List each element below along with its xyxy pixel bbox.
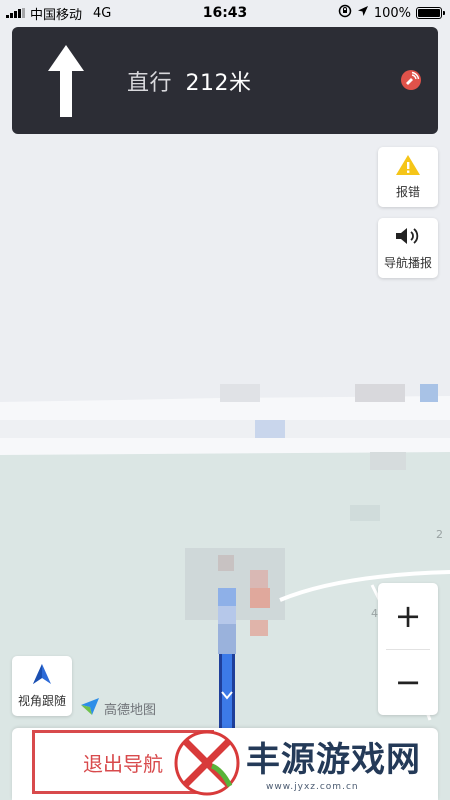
watermark-text: 丰源游戏网 [246, 740, 421, 780]
compass-arrow-icon [31, 663, 53, 688]
signal-icon [6, 8, 25, 18]
brand-logo: 高德地图 [80, 696, 156, 720]
status-left: 中国移动 4G [6, 4, 111, 23]
follow-view-label: 视角跟随 [17, 694, 66, 708]
battery-icon [416, 7, 445, 19]
report-error-button[interactable]: 报错 [378, 147, 438, 207]
zoom-divider [386, 649, 430, 650]
svg-text:2: 2 [436, 528, 443, 541]
warning-icon [395, 154, 421, 179]
arrow-up-icon [46, 45, 86, 121]
rotation-lock-icon [338, 4, 352, 22]
battery-label: 100% [373, 5, 411, 21]
watermark: 丰源游戏网 www.jyxz.com.cn [174, 726, 450, 800]
status-right: 100% [338, 4, 445, 22]
watermark-logo-icon [174, 730, 240, 796]
instruction-distance: 212米 [185, 71, 252, 96]
follow-view-button[interactable]: 视角跟随 [12, 656, 72, 716]
navigation-banner: 直行 212米 [12, 27, 438, 134]
voice-broadcast-button[interactable]: 导航播报 [378, 218, 438, 278]
zoom-control: + − [378, 583, 438, 715]
speaker-icon [394, 225, 422, 250]
brand-label: 高德地图 [104, 702, 157, 718]
voice-broadcast-label: 导航播报 [383, 256, 432, 270]
network-label: 4G [93, 5, 112, 21]
watermark-url: www.jyxz.com.cn [266, 782, 359, 792]
status-bar: 中国移动 4G 16:43 100% [0, 0, 450, 26]
zoom-in-button[interactable]: + [378, 583, 438, 649]
instruction-action: 直行 [127, 71, 173, 96]
report-error-label: 报错 [395, 185, 420, 199]
gps-signal-icon[interactable] [400, 69, 422, 95]
svg-text:4: 4 [371, 607, 378, 620]
location-icon [357, 5, 369, 21]
instruction-text: 直行 212米 [127, 65, 252, 97]
zoom-out-button[interactable]: − [378, 649, 438, 715]
amap-logo-icon [80, 696, 100, 720]
carrier-label: 中国移动 [30, 7, 83, 23]
clock: 16:43 [202, 5, 248, 21]
